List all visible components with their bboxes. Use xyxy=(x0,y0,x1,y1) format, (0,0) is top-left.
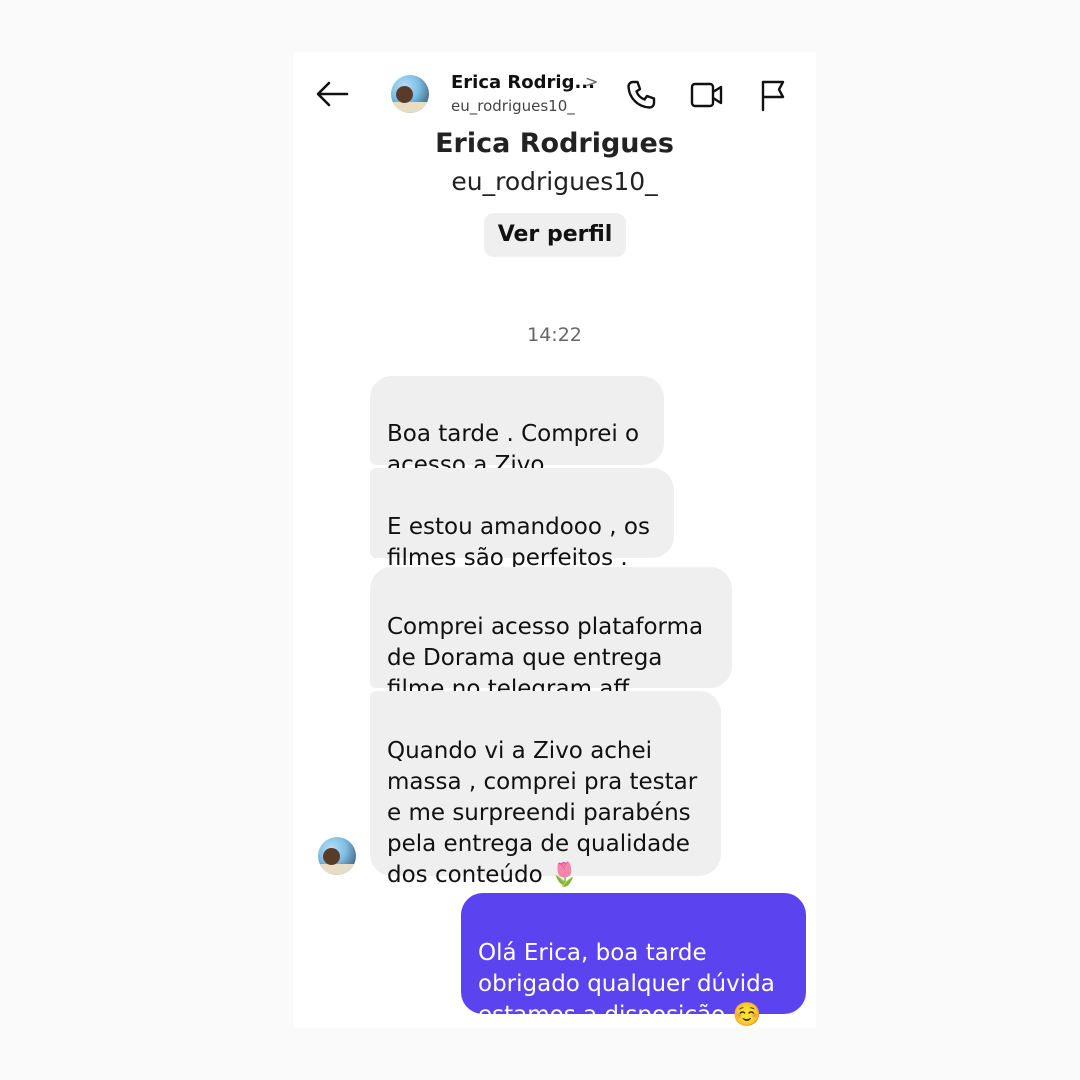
chat-screen: Erica Rodrig... > eu_rodrigues10_ Erica … xyxy=(293,52,816,1028)
back-arrow-icon[interactable] xyxy=(315,80,349,108)
profile-name: Erica Rodrigues xyxy=(435,128,674,159)
incoming-message[interactable]: E estou amandooo , os filmes são perfeit… xyxy=(370,468,674,571)
phone-icon[interactable] xyxy=(625,79,657,111)
message-text: E estou amandooo , os filmes são perfeit… xyxy=(387,514,650,571)
profile-username: eu_rodrigues10_ xyxy=(451,167,658,196)
view-profile-button[interactable]: Ver perfil xyxy=(484,213,626,257)
sender-avatar[interactable] xyxy=(318,837,356,875)
incoming-message[interactable]: Boa tarde . Comprei o acesso a Zivo xyxy=(370,376,664,478)
incoming-message[interactable]: Quando vi a Zivo achei massa , comprei p… xyxy=(370,691,721,888)
message-text: Olá Erica, boa tarde obrigado qualquer d… xyxy=(478,940,775,1028)
header-username: eu_rodrigues10_ xyxy=(451,97,575,115)
header-contact-name[interactable]: Erica Rodrig... xyxy=(451,72,595,93)
avatar[interactable] xyxy=(391,75,429,113)
incoming-message[interactable]: Comprei acesso plataforma de Dorama que … xyxy=(370,567,732,702)
outgoing-message[interactable]: Olá Erica, boa tarde obrigado qualquer d… xyxy=(461,893,806,1028)
video-icon[interactable] xyxy=(690,80,724,110)
flag-icon[interactable] xyxy=(759,78,787,112)
message-timestamp: 14:22 xyxy=(527,324,582,346)
chevron-right-icon[interactable]: > xyxy=(585,72,598,91)
message-text: Quando vi a Zivo achei massa , comprei p… xyxy=(387,738,698,888)
